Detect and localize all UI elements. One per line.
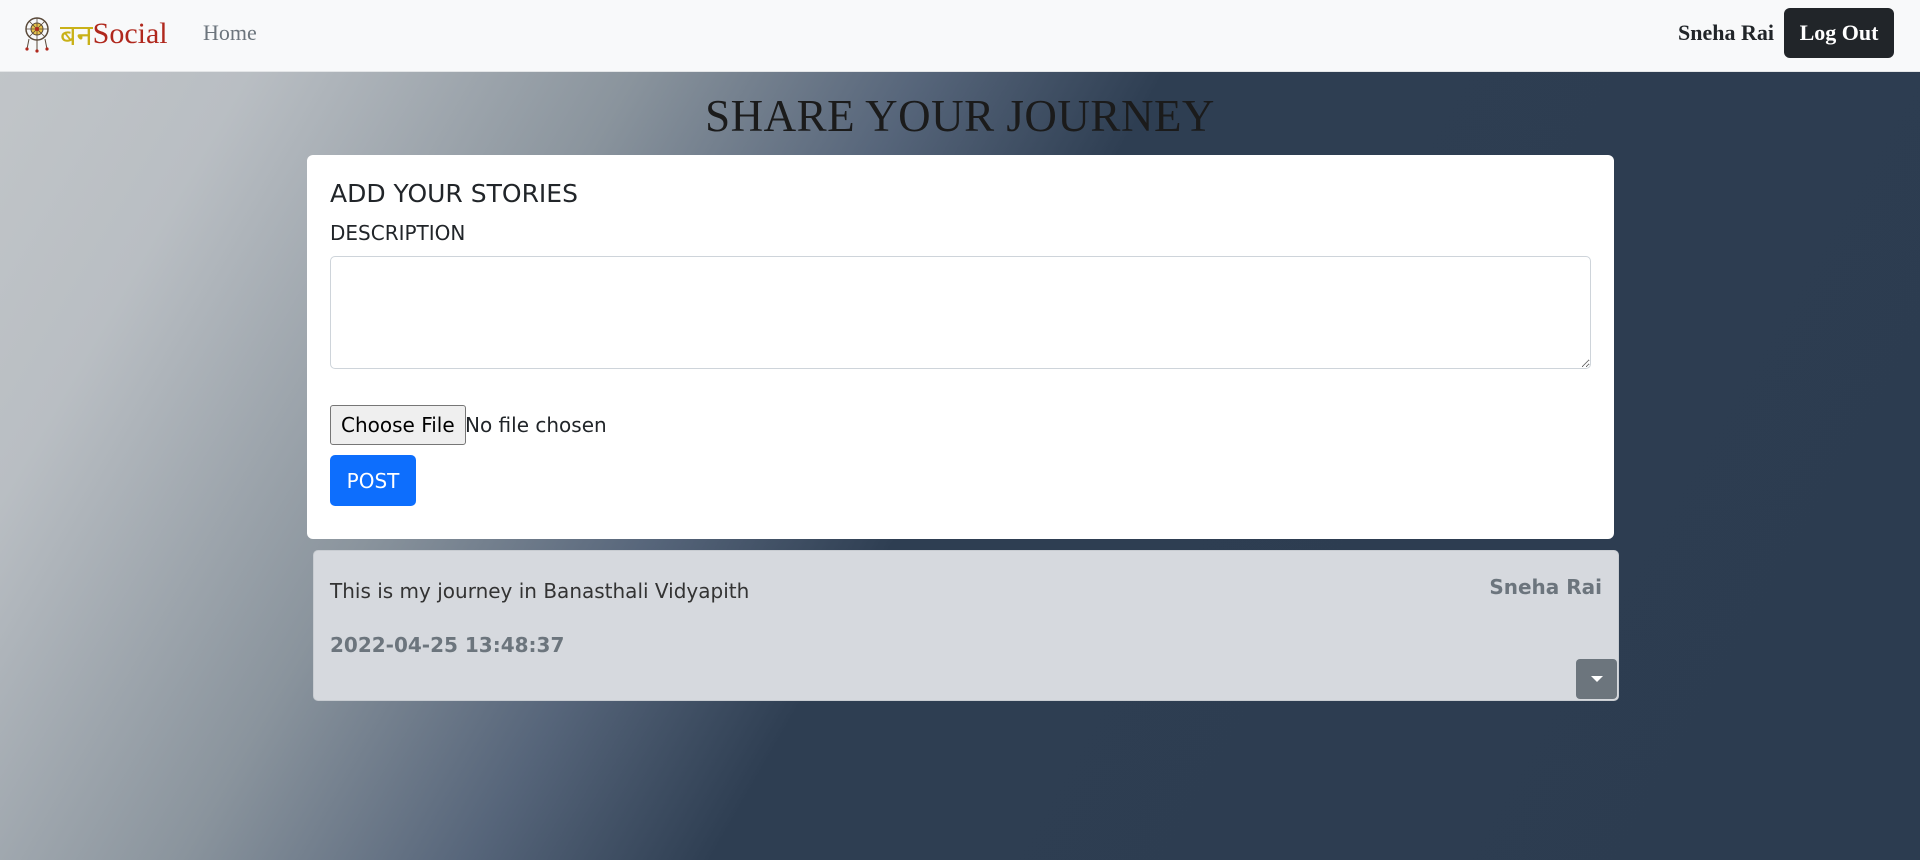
brand-hindi-text: बन	[60, 17, 93, 52]
choose-file-button[interactable]: Choose File	[330, 405, 466, 445]
card-title: ADD YOUR STORIES	[330, 179, 578, 208]
nav-home-link[interactable]: Home	[203, 20, 257, 46]
page-title: SHARE YOUR JOURNEY	[705, 91, 1215, 141]
post-item: This is my journey in Banasthali Vidyapi…	[313, 550, 1619, 701]
top-navbar: बन Social Home Sneha Rai Log Out	[0, 0, 1920, 72]
current-user-name: Sneha Rai	[1678, 20, 1774, 45]
description-label: DESCRIPTION	[330, 221, 466, 245]
file-status-text: No file chosen	[465, 413, 607, 437]
post-description: This is my journey in Banasthali Vidyapi…	[330, 579, 750, 603]
add-story-card: ADD YOUR STORIES DESCRIPTION Choose File…	[307, 155, 1614, 539]
caret-down-icon	[1590, 676, 1603, 682]
brand-link[interactable]: बन Social	[18, 14, 168, 54]
post-author: Sneha Rai	[1489, 575, 1602, 599]
description-textarea[interactable]	[330, 256, 1591, 369]
post-timestamp: 2022-04-25 13:48:37	[330, 633, 565, 657]
logout-button[interactable]: Log Out	[1784, 8, 1894, 58]
dreamcatcher-logo-icon	[25, 17, 49, 53]
post-options-dropdown-button[interactable]	[1576, 659, 1617, 699]
brand-english-text: Social	[92, 17, 168, 50]
post-button[interactable]: POST	[330, 455, 416, 506]
